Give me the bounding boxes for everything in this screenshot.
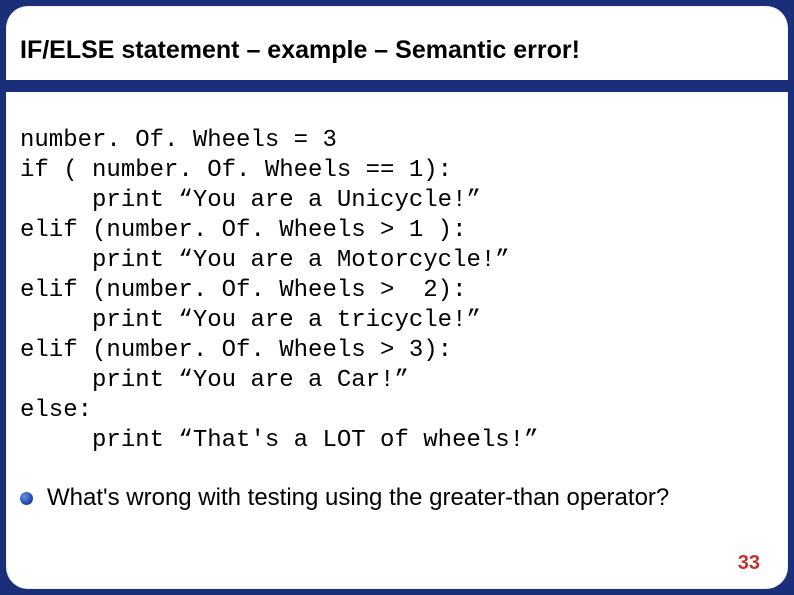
bullet-icon — [20, 492, 33, 505]
slide-card: IF/ELSE statement – example – Semantic e… — [6, 6, 788, 589]
title-underline — [6, 80, 788, 92]
page-number: 33 — [738, 552, 760, 575]
slide-title: IF/ELSE statement – example – Semantic e… — [20, 36, 580, 65]
code-block: number. Of. Wheels = 3 if ( number. Of. … — [20, 126, 538, 456]
bullet-item: What's wrong with testing using the grea… — [20, 484, 669, 512]
question-text: What's wrong with testing using the grea… — [47, 484, 669, 512]
slide-background: IF/ELSE statement – example – Semantic e… — [0, 0, 794, 595]
